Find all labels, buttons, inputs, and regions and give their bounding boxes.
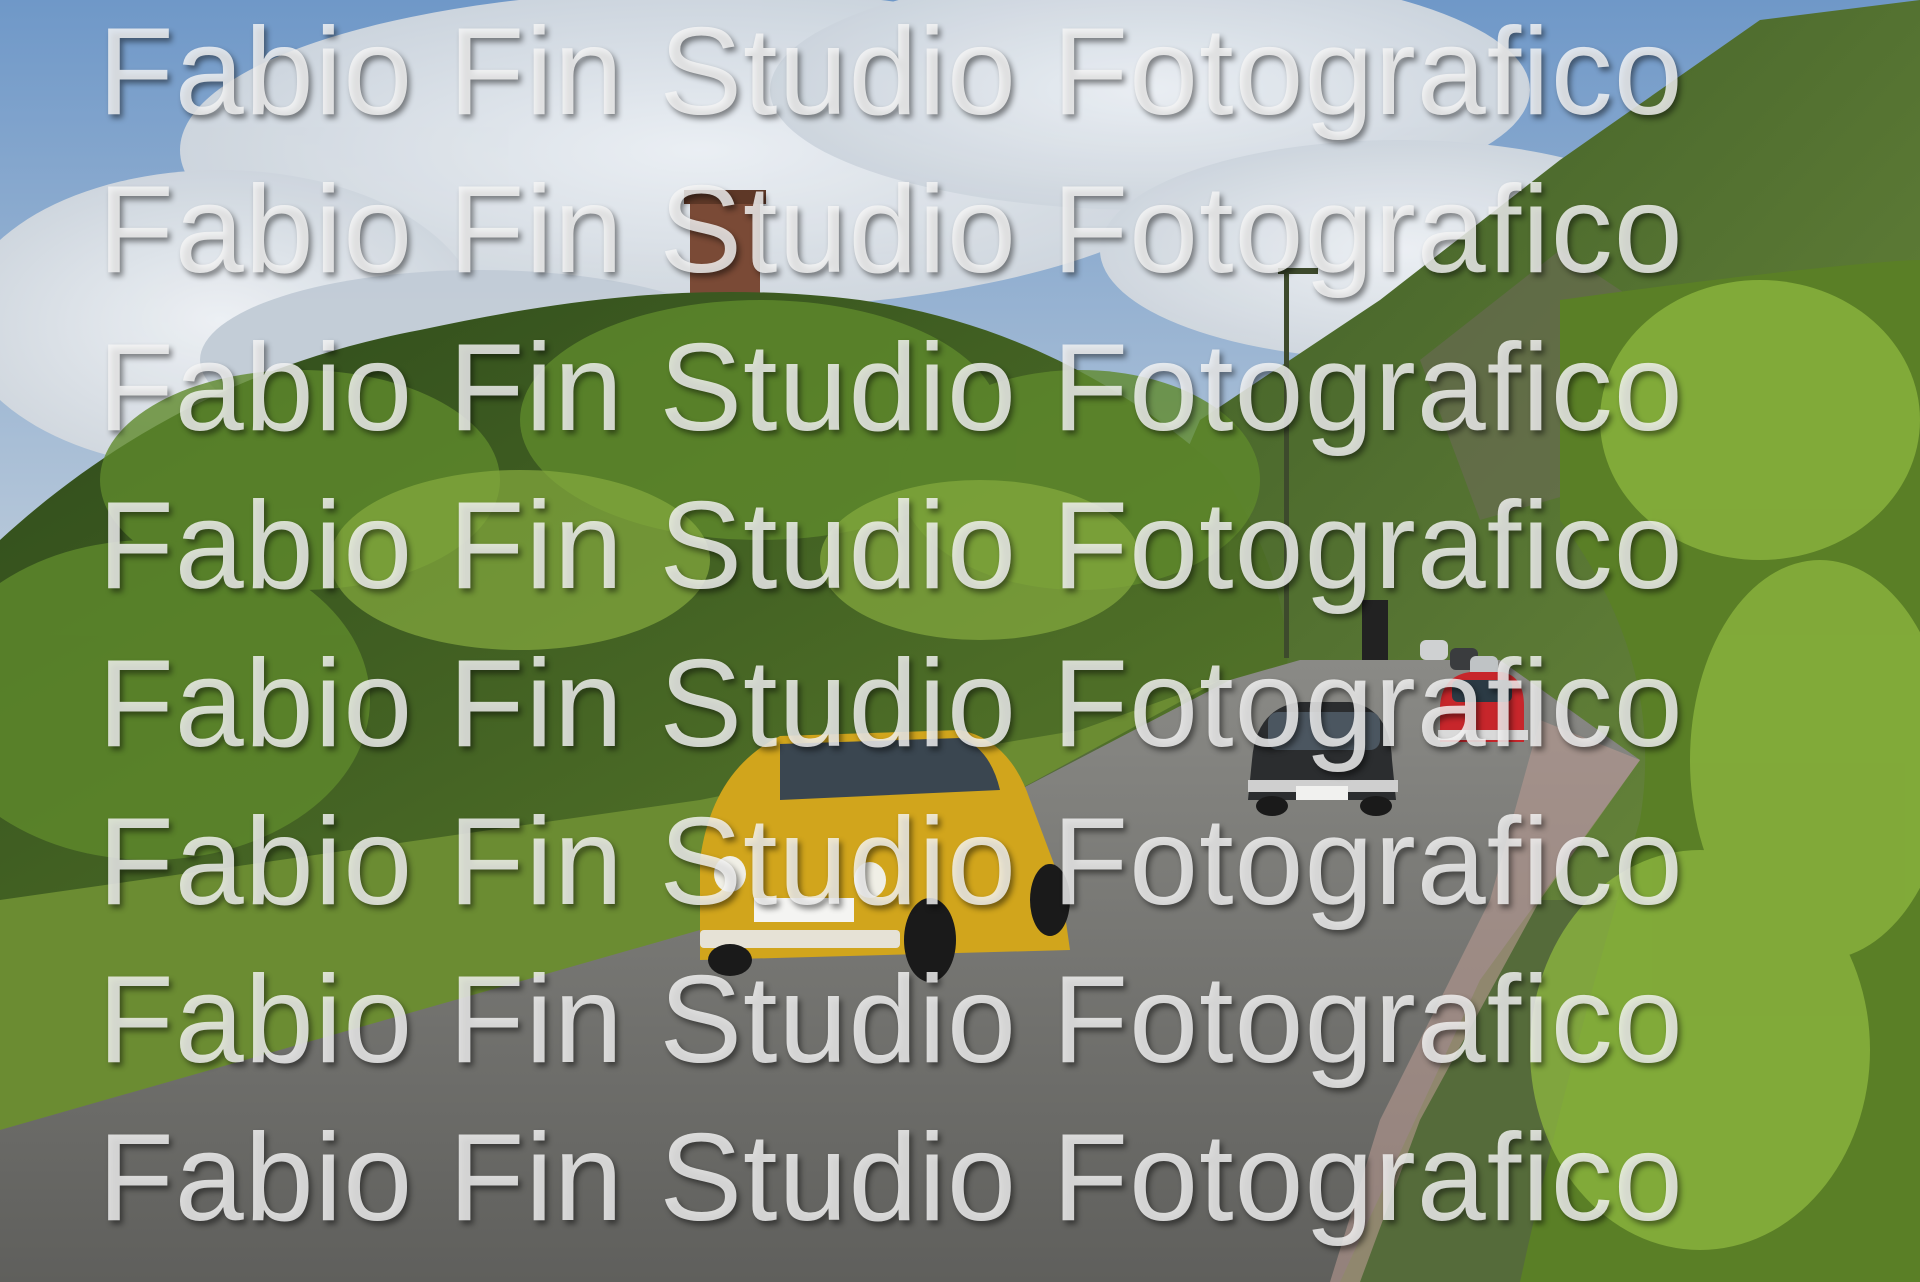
- red-car: [1438, 672, 1528, 742]
- yellow-car: [700, 730, 1070, 982]
- road-sign: [1362, 600, 1388, 660]
- road-landscape-illustration: [0, 0, 1920, 1282]
- street-lamp: [1284, 268, 1289, 658]
- black-car: [1248, 702, 1398, 816]
- photo-scene: [0, 0, 1920, 1282]
